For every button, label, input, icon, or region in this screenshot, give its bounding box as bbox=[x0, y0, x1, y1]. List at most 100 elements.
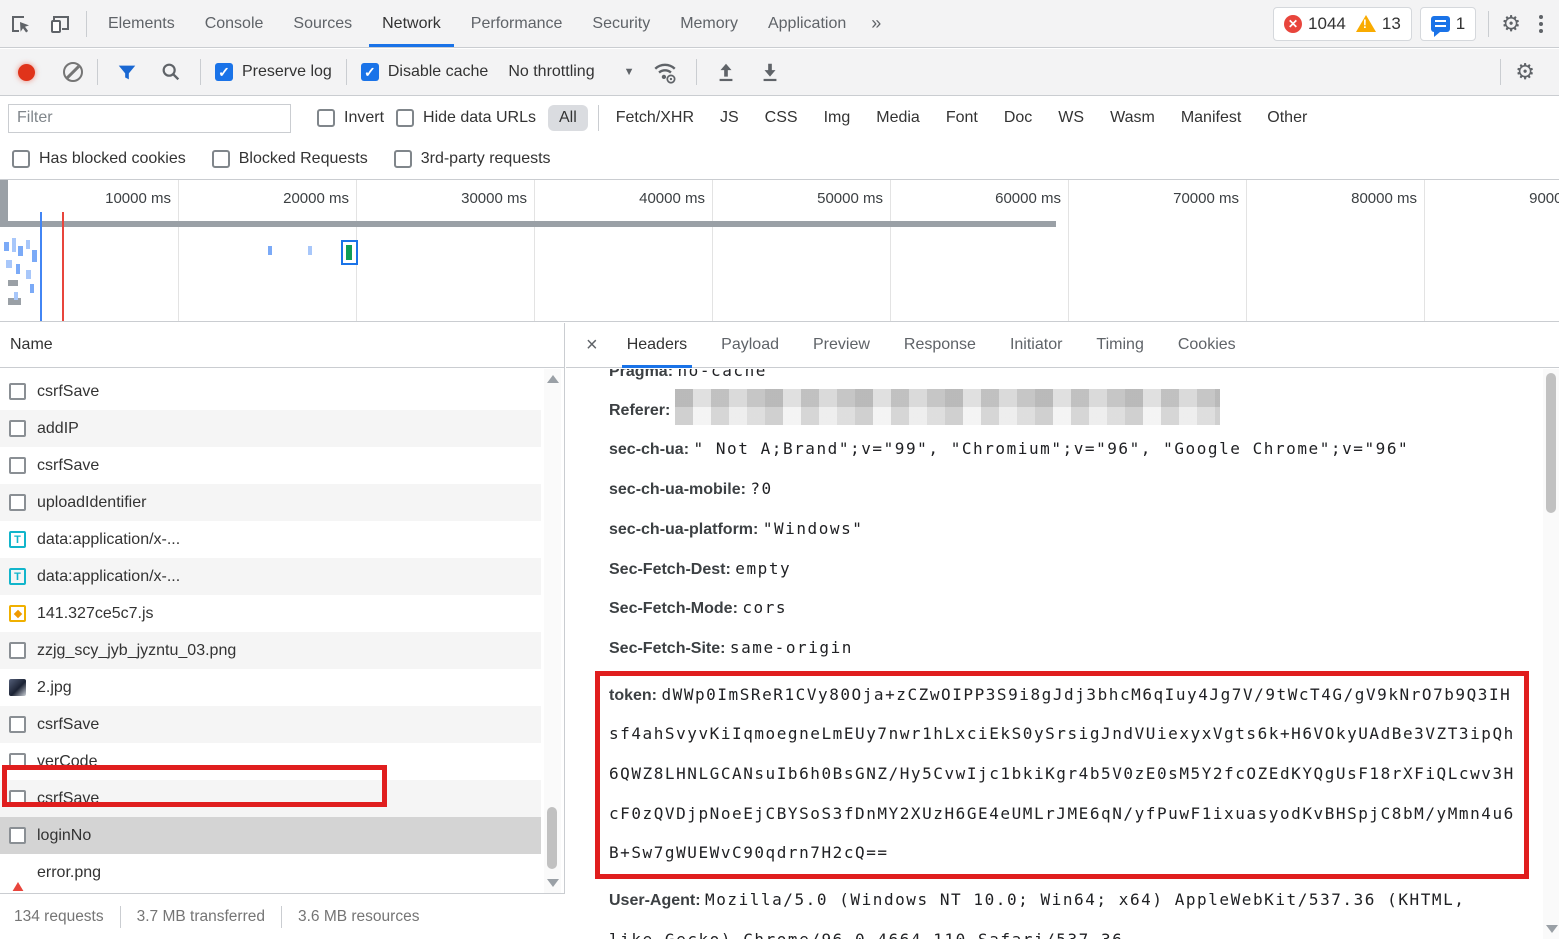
scroll-down-arrow-icon[interactable] bbox=[1546, 925, 1558, 933]
third-party-requests-checkbox[interactable]: 3rd-party requests bbox=[394, 150, 551, 168]
tab-preview[interactable]: Preview bbox=[796, 323, 887, 368]
settings-gear-icon[interactable]: ⚙ bbox=[1501, 13, 1521, 35]
image-thumbnail-icon bbox=[9, 679, 26, 696]
scroll-down-arrow-icon[interactable] bbox=[547, 879, 559, 887]
document-icon bbox=[9, 642, 26, 659]
more-tabs-button[interactable]: » bbox=[861, 13, 891, 34]
tab-console[interactable]: Console bbox=[190, 0, 279, 47]
document-icon bbox=[9, 420, 26, 437]
tab-headers[interactable]: Headers bbox=[610, 323, 704, 368]
request-row-addIP[interactable]: addIP bbox=[0, 410, 541, 447]
has-blocked-cookies-checkbox[interactable]: Has blocked cookies bbox=[12, 150, 186, 168]
tab-memory[interactable]: Memory bbox=[665, 0, 753, 47]
tab-sources[interactable]: Sources bbox=[278, 0, 367, 47]
request-row-error-png[interactable]: error.png bbox=[0, 854, 541, 891]
filter-chip-css[interactable]: CSS bbox=[758, 105, 805, 131]
filter-chip-manifest[interactable]: Manifest bbox=[1174, 105, 1248, 131]
request-row-loginNo[interactable]: loginNo bbox=[0, 817, 541, 854]
filter-chip-media[interactable]: Media bbox=[869, 105, 927, 131]
request-row-data-url[interactable]: Tdata:application/x-... bbox=[0, 521, 541, 558]
filter-chip-font[interactable]: Font bbox=[939, 105, 985, 131]
filter-chip-img[interactable]: Img bbox=[817, 105, 858, 131]
gridline bbox=[1424, 180, 1425, 321]
script-icon bbox=[9, 605, 26, 622]
header-name: Sec-Fetch-Site: bbox=[609, 640, 725, 657]
filter-chip-js[interactable]: JS bbox=[713, 105, 746, 131]
tab-initiator[interactable]: Initiator bbox=[993, 323, 1079, 368]
request-row-data-url[interactable]: Tdata:application/x-... bbox=[0, 558, 541, 595]
header-row-user-agent: User-Agent: Mozilla/5.0 (Windows NT 10.0… bbox=[609, 881, 1515, 939]
scrollbar-thumb[interactable] bbox=[1546, 373, 1556, 513]
tab-performance[interactable]: Performance bbox=[456, 0, 578, 47]
tab-timing[interactable]: Timing bbox=[1079, 323, 1160, 368]
request-row-verCode[interactable]: verCode bbox=[0, 743, 541, 780]
domcontentloaded-marker bbox=[40, 212, 42, 322]
request-name: csrfSave bbox=[37, 383, 99, 401]
export-har-icon[interactable] bbox=[755, 54, 785, 90]
transferred-size: 3.7 MB transferred bbox=[137, 908, 265, 926]
filter-chip-all[interactable]: All bbox=[548, 105, 588, 131]
network-overview-timeline[interactable]: 10000 ms 20000 ms 30000 ms 40000 ms 5000… bbox=[0, 180, 1559, 322]
request-row-js[interactable]: 141.327ce5c7.js bbox=[0, 595, 541, 632]
tick-label: 50000 ms bbox=[817, 190, 890, 207]
scrollbar-thumb[interactable] bbox=[547, 807, 557, 869]
filter-input[interactable] bbox=[8, 104, 291, 133]
network-conditions-icon[interactable] bbox=[648, 54, 682, 90]
filter-chip-other[interactable]: Other bbox=[1260, 105, 1314, 131]
request-row-csrfSave[interactable]: csrfSave bbox=[0, 447, 541, 484]
header-value: ?0 bbox=[750, 479, 772, 498]
request-name: csrfSave bbox=[37, 790, 99, 808]
scroll-up-arrow-icon[interactable] bbox=[547, 375, 559, 383]
request-row-csrfSave[interactable]: csrfSave bbox=[0, 373, 541, 410]
inspect-element-icon[interactable] bbox=[0, 6, 40, 42]
issues-badge[interactable]: 1 bbox=[1420, 7, 1476, 41]
record-network-log-button[interactable] bbox=[18, 64, 35, 81]
import-har-icon[interactable] bbox=[711, 54, 741, 90]
tab-application[interactable]: Application bbox=[753, 0, 861, 47]
preserve-log-checkbox[interactable]: ✓ Preserve log bbox=[215, 63, 332, 81]
headers-content-pane[interactable]: Pragma: no-cache Referer: sec-ch-ua: " N… bbox=[566, 369, 1543, 939]
kebab-menu-icon[interactable] bbox=[1531, 9, 1551, 39]
redacted-value-mosaic bbox=[675, 389, 1220, 425]
resources-size: 3.6 MB resources bbox=[298, 908, 419, 926]
tab-payload[interactable]: Payload bbox=[704, 323, 796, 368]
clear-network-log-icon[interactable] bbox=[63, 62, 83, 82]
tab-cookies[interactable]: Cookies bbox=[1161, 323, 1253, 368]
tick-label: 20000 ms bbox=[283, 190, 356, 207]
disable-cache-checkbox[interactable]: ✓ Disable cache bbox=[361, 63, 489, 81]
tab-security[interactable]: Security bbox=[577, 0, 665, 47]
request-list-scrollbar[interactable] bbox=[544, 369, 561, 893]
invert-checkbox[interactable]: Invert bbox=[317, 109, 384, 127]
filter-chip-wasm[interactable]: Wasm bbox=[1103, 105, 1162, 131]
name-column-header[interactable]: Name bbox=[0, 323, 564, 368]
header-name: Referer: bbox=[609, 402, 670, 419]
request-row-png[interactable]: zzjg_scy_jyb_jyzntu_03.png bbox=[0, 632, 541, 669]
blocked-requests-checkbox[interactable]: Blocked Requests bbox=[212, 150, 368, 168]
request-row-csrfSave[interactable]: csrfSave bbox=[0, 706, 541, 743]
tab-network[interactable]: Network bbox=[367, 0, 456, 47]
headers-scrollbar[interactable] bbox=[1543, 369, 1559, 939]
device-toolbar-icon[interactable] bbox=[40, 6, 80, 42]
close-icon[interactable]: × bbox=[574, 334, 610, 357]
errors-warnings-badge[interactable]: ✕ 1044 13 bbox=[1273, 7, 1412, 41]
tab-response[interactable]: Response bbox=[887, 323, 993, 368]
throttling-select[interactable]: No throttling ▼ bbox=[508, 63, 634, 81]
filter-chip-ws[interactable]: WS bbox=[1051, 105, 1091, 131]
request-row-jpg[interactable]: 2.jpg bbox=[0, 669, 541, 706]
request-name: data:application/x-... bbox=[37, 531, 180, 549]
hide-data-urls-label: Hide data URLs bbox=[423, 109, 536, 127]
filter-chip-fetch-xhr[interactable]: Fetch/XHR bbox=[609, 105, 701, 131]
overview-window-bar[interactable] bbox=[0, 221, 1056, 227]
filter-funnel-icon[interactable] bbox=[112, 54, 142, 90]
tab-elements[interactable]: Elements bbox=[93, 0, 190, 47]
request-row-csrfSave[interactable]: csrfSave bbox=[0, 780, 541, 817]
details-tabbar: × Headers Payload Preview Response Initi… bbox=[566, 323, 1559, 368]
filter-chip-doc[interactable]: Doc bbox=[997, 105, 1039, 131]
network-settings-gear-icon[interactable]: ⚙ bbox=[1515, 61, 1535, 83]
checkbox-unchecked-icon bbox=[212, 150, 230, 168]
request-row-uploadIdentifier[interactable]: uploadIdentifier bbox=[0, 484, 541, 521]
error-triangle-icon bbox=[9, 864, 26, 881]
search-icon[interactable] bbox=[156, 54, 186, 90]
hide-data-urls-checkbox[interactable]: Hide data URLs bbox=[396, 109, 536, 127]
requests-count: 134 requests bbox=[14, 908, 104, 926]
